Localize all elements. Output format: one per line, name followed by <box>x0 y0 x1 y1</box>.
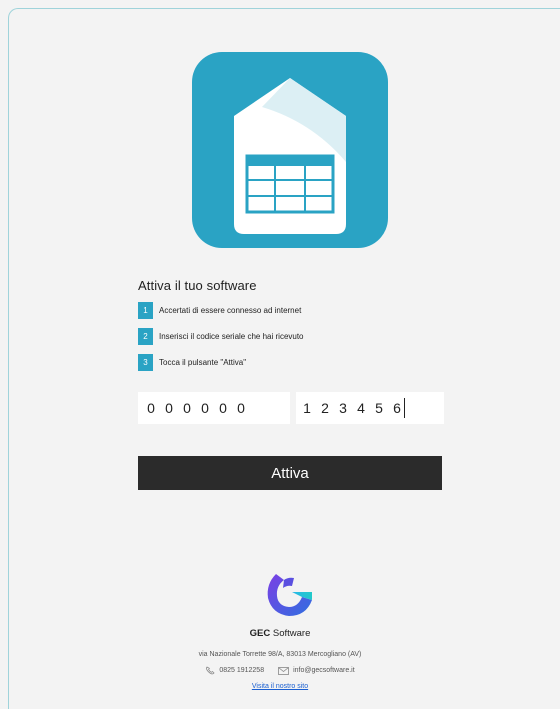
step-item: 1 Accertati di essere connesso ad intern… <box>138 302 304 319</box>
company-name: GEC Software <box>0 628 560 639</box>
serial-digit[interactable]: 0 <box>178 400 196 416</box>
steps-list: 1 Accertati di essere connesso ad intern… <box>138 302 304 380</box>
serial-digit[interactable]: 0 <box>232 400 250 416</box>
serial-input-first[interactable]: 0 0 0 0 0 0 <box>138 392 290 424</box>
website-link[interactable]: Visita il nostro sito <box>0 683 560 690</box>
company-name-rest: Software <box>270 628 311 639</box>
phone-icon <box>205 666 215 675</box>
serial-digit[interactable]: 5 <box>370 400 388 416</box>
serial-digit[interactable]: 0 <box>160 400 178 416</box>
serial-digit[interactable]: 1 <box>298 400 316 416</box>
email-address: info@gecsoftware.it <box>293 667 355 674</box>
step-item: 3 Tocca il pulsante "Attiva" <box>138 354 304 371</box>
step-number-badge: 3 <box>138 354 153 371</box>
step-number-badge: 1 <box>138 302 153 319</box>
step-item: 2 Inserisci il codice seriale che hai ri… <box>138 328 304 345</box>
serial-digit[interactable]: 2 <box>316 400 334 416</box>
serial-digit[interactable]: 3 <box>334 400 352 416</box>
step-text: Tocca il pulsante "Attiva" <box>159 358 247 367</box>
serial-input-second[interactable]: 1 2 3 4 5 6 <box>296 392 444 424</box>
serial-digit[interactable]: 0 <box>196 400 214 416</box>
contacts-row: 0825 1912258 info@gecsoftware.it <box>0 666 560 675</box>
envelope-icon <box>278 666 289 675</box>
gec-logo-icon <box>262 570 318 625</box>
serial-digit[interactable]: 0 <box>142 400 160 416</box>
serial-digit[interactable]: 4 <box>352 400 370 416</box>
step-text: Inserisci il codice seriale che hai rice… <box>159 332 304 341</box>
step-number-badge: 2 <box>138 328 153 345</box>
app-logo-icon <box>192 52 388 248</box>
activation-title: Attiva il tuo software <box>138 278 257 293</box>
phone-number: 0825 1912258 <box>219 667 265 674</box>
text-cursor <box>404 398 405 418</box>
activate-button[interactable]: Attiva <box>138 456 442 490</box>
serial-digit[interactable]: 0 <box>214 400 232 416</box>
company-address: via Nazionale Torrette 98/A, 83013 Merco… <box>198 651 362 658</box>
step-text: Accertati di essere connesso ad internet <box>159 306 302 315</box>
company-name-bold: GEC <box>249 628 271 639</box>
